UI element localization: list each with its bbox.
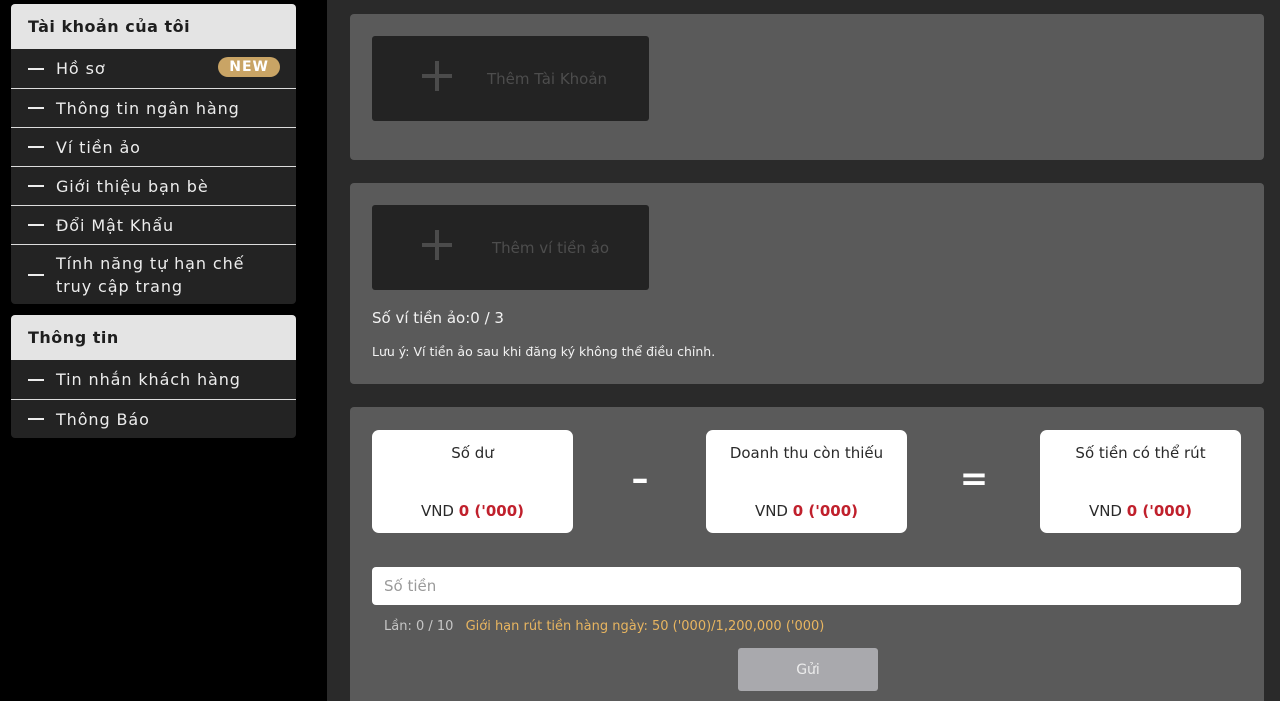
withdrawable-value: VND 0 ('000) [1040, 502, 1241, 520]
dash-icon [28, 107, 44, 109]
dash-icon [28, 185, 44, 187]
dash-icon [28, 67, 44, 70]
balance-amount: 0 ('000) [458, 502, 525, 520]
sidebar-item-referral[interactable]: Giới thiệu bạn bè [11, 166, 296, 205]
sidebar-item-notifications[interactable]: Thông Báo [11, 399, 296, 438]
info-panel: Thông tin Tin nhắn khách hàng Thông Báo [11, 315, 296, 438]
dash-icon [28, 224, 44, 226]
shortfall-title: Doanh thu còn thiếu [729, 444, 884, 462]
plus-icon [422, 61, 452, 91]
add-account-label: Thêm Tài Khoản [487, 69, 608, 88]
wallet-count: Số ví tiền ảo:0 / 3 [372, 309, 504, 327]
sidebar-item-bank-info[interactable]: Thông tin ngân hàng [11, 88, 296, 127]
plus-icon [422, 230, 452, 260]
sidebar-item-label: Tính năng tự hạn chế truy cập trang [56, 254, 245, 296]
shortfall-box: Doanh thu còn thiếu VND 0 ('000) [706, 430, 907, 533]
sidebar-item-customer-messages[interactable]: Tin nhắn khách hàng [11, 360, 296, 399]
submit-button[interactable]: Gửi [738, 648, 878, 691]
bank-account-card: Thêm Tài Khoản [350, 14, 1264, 160]
dash-icon [28, 146, 44, 148]
sidebar-item-label: Thông tin ngân hàng [56, 98, 240, 118]
sidebar-item-label: Tin nhắn khách hàng [56, 370, 241, 389]
withdraw-limits: Lần: 0 / 10 Giới hạn rút tiền hàng ngày:… [384, 619, 824, 634]
page: Tài khoản của tôi Hồ sơ NEW Thông tin ng… [0, 0, 1280, 701]
sidebar-item-change-password[interactable]: Đổi Mật Khẩu [11, 205, 296, 244]
withdrawable-box: Số tiền có thể rút VND 0 ('000) [1040, 430, 1241, 533]
account-panel: Tài khoản của tôi Hồ sơ NEW Thông tin ng… [11, 4, 296, 304]
sidebar: Tài khoản của tôi Hồ sơ NEW Thông tin ng… [11, 4, 296, 449]
shortfall-amount: 0 ('000) [792, 502, 859, 520]
sidebar-item-label: Giới thiệu bạn bè [56, 176, 209, 196]
shortfall-value: VND 0 ('000) [706, 502, 907, 520]
withdraw-count: Lần: 0 / 10 [384, 619, 454, 634]
withdrawable-amount: 0 ('000) [1126, 502, 1193, 520]
main-content: Thêm Tài Khoản Thêm ví tiền ảo Số ví tiề… [327, 0, 1280, 701]
sidebar-item-label: Ví tiền ảo [56, 137, 141, 157]
minus-symbol: – [631, 459, 649, 499]
balance-box: Số dư VND 0 ('000) [372, 430, 573, 533]
shortfall-currency: VND [754, 502, 788, 520]
add-wallet-label: Thêm ví tiền ảo [492, 238, 610, 257]
balance-value: VND 0 ('000) [372, 502, 573, 520]
add-wallet-button[interactable]: Thêm ví tiền ảo [372, 205, 649, 290]
sidebar-item-label: Thông Báo [56, 409, 150, 429]
withdraw-card: Số dư VND 0 ('000) – Doanh thu còn thiếu… [350, 407, 1264, 701]
withdrawable-currency: VND [1088, 502, 1122, 520]
withdrawable-title: Số tiền có thể rút [1075, 444, 1206, 462]
amount-input[interactable] [372, 567, 1241, 605]
dash-icon [28, 378, 44, 381]
balance-currency: VND [420, 502, 454, 520]
crypto-wallet-card: Thêm ví tiền ảo Số ví tiền ảo:0 / 3 Lưu … [350, 183, 1264, 384]
dash-icon [28, 418, 44, 420]
new-badge: NEW [218, 57, 280, 77]
sidebar-item-label: Hồ sơ [56, 59, 106, 78]
info-panel-title: Thông tin [11, 315, 296, 360]
equals-symbol: = [959, 459, 989, 499]
daily-limit: Giới hạn rút tiền hàng ngày: 50 ('000)/1… [465, 619, 825, 634]
sidebar-item-crypto-wallet[interactable]: Ví tiền ảo [11, 127, 296, 166]
wallet-note: Lưu ý: Ví tiền ảo sau khi đăng ký không … [372, 344, 716, 359]
sidebar-item-profile[interactable]: Hồ sơ NEW [11, 49, 296, 88]
account-panel-title: Tài khoản của tôi [11, 4, 296, 49]
dash-icon [28, 274, 44, 276]
sidebar-item-self-exclusion[interactable]: Tính năng tự hạn chế truy cập trang [11, 244, 296, 304]
add-account-button[interactable]: Thêm Tài Khoản [372, 36, 649, 121]
balance-title: Số dư [451, 444, 494, 462]
sidebar-item-label: Đổi Mật Khẩu [56, 215, 175, 235]
